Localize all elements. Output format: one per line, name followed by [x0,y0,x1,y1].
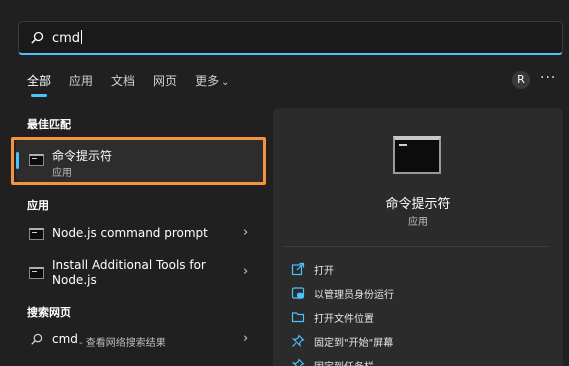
command-prompt-icon [29,154,44,166]
action-label: 固定到任务栏 [314,358,374,366]
chevron-right-icon[interactable]: › [243,225,248,240]
list-item[interactable]: Node.js command prompt › [16,221,264,247]
pin-icon [291,334,305,348]
pin-taskbar-icon [291,358,305,366]
best-match-item[interactable]: 命令提示符 应用 [16,139,264,182]
search-input[interactable]: cmd [18,21,563,55]
action-label: 以管理员身份运行 [314,289,394,301]
tab-documents[interactable]: 文档 [111,72,135,89]
tab-more[interactable]: 更多 ⌄ [195,72,229,89]
apps-heading: 应用 [27,199,49,212]
search-icon [31,31,44,44]
selection-indicator [16,152,19,169]
chevron-right-icon[interactable]: › [243,331,248,346]
list-item[interactable]: Install Additional Tools for Node.js › [16,255,264,291]
best-match-title: 命令提示符 [52,149,113,163]
filter-tabs: 全部 应用 文档 网页 更多 ⌄ [27,72,247,89]
chevron-right-icon[interactable]: › [243,264,248,279]
nodejs-prompt-icon [29,228,44,240]
list-item-title-line2: Node.js [52,273,97,287]
command-prompt-large-icon [393,136,441,174]
account-avatar[interactable]: R [512,71,530,89]
search-icon [31,333,43,345]
web-search-suffix: - 查看网络搜索结果 [79,338,166,349]
open-icon [291,262,305,276]
folder-icon [291,312,305,323]
best-match-heading: 最佳匹配 [27,118,71,131]
tab-web[interactable]: 网页 [153,72,177,89]
web-search-item[interactable]: cmd - 查看网络搜索结果 › [16,328,264,352]
detail-title: 命令提示符 [385,197,451,212]
action-open[interactable]: 打开 [291,260,334,278]
detail-subtitle: 应用 [408,217,428,228]
divider [283,246,549,247]
action-open-file-location[interactable]: 打开文件位置 [291,308,374,326]
nodejs-tools-icon [29,267,44,279]
detail-pane: 命令提示符 应用 打开 以管理员身份运行 打开文件位置 固定到"开始"屏幕 [273,108,563,366]
web-search-query: cmd [52,332,78,346]
action-pin-to-taskbar[interactable]: 固定到任务栏 [291,356,374,366]
web-search-heading: 搜索网页 [27,306,71,319]
more-options-button[interactable]: ··· [540,70,556,86]
tab-apps[interactable]: 应用 [69,72,93,89]
start-search-window: cmd 全部 应用 文档 网页 更多 ⌄ R ··· 最佳匹配 命令提示符 应用 … [0,0,569,366]
tab-all[interactable]: 全部 [27,72,51,89]
action-run-as-admin[interactable]: 以管理员身份运行 [291,284,394,302]
list-item-title-line1: Install Additional Tools for [52,258,206,272]
best-match-subtitle: 应用 [52,168,72,179]
text-caret [81,30,83,44]
action-label: 固定到"开始"屏幕 [314,337,394,349]
admin-shield-icon [291,287,305,299]
action-label: 打开 [314,265,334,277]
action-pin-to-start[interactable]: 固定到"开始"屏幕 [291,332,393,350]
search-query-text: cmd [52,30,83,46]
action-label: 打开文件位置 [314,313,374,325]
list-item-title: Node.js command prompt [52,226,208,240]
chevron-down-icon: ⌄ [221,77,230,88]
tab-more-label: 更多 [195,74,220,88]
